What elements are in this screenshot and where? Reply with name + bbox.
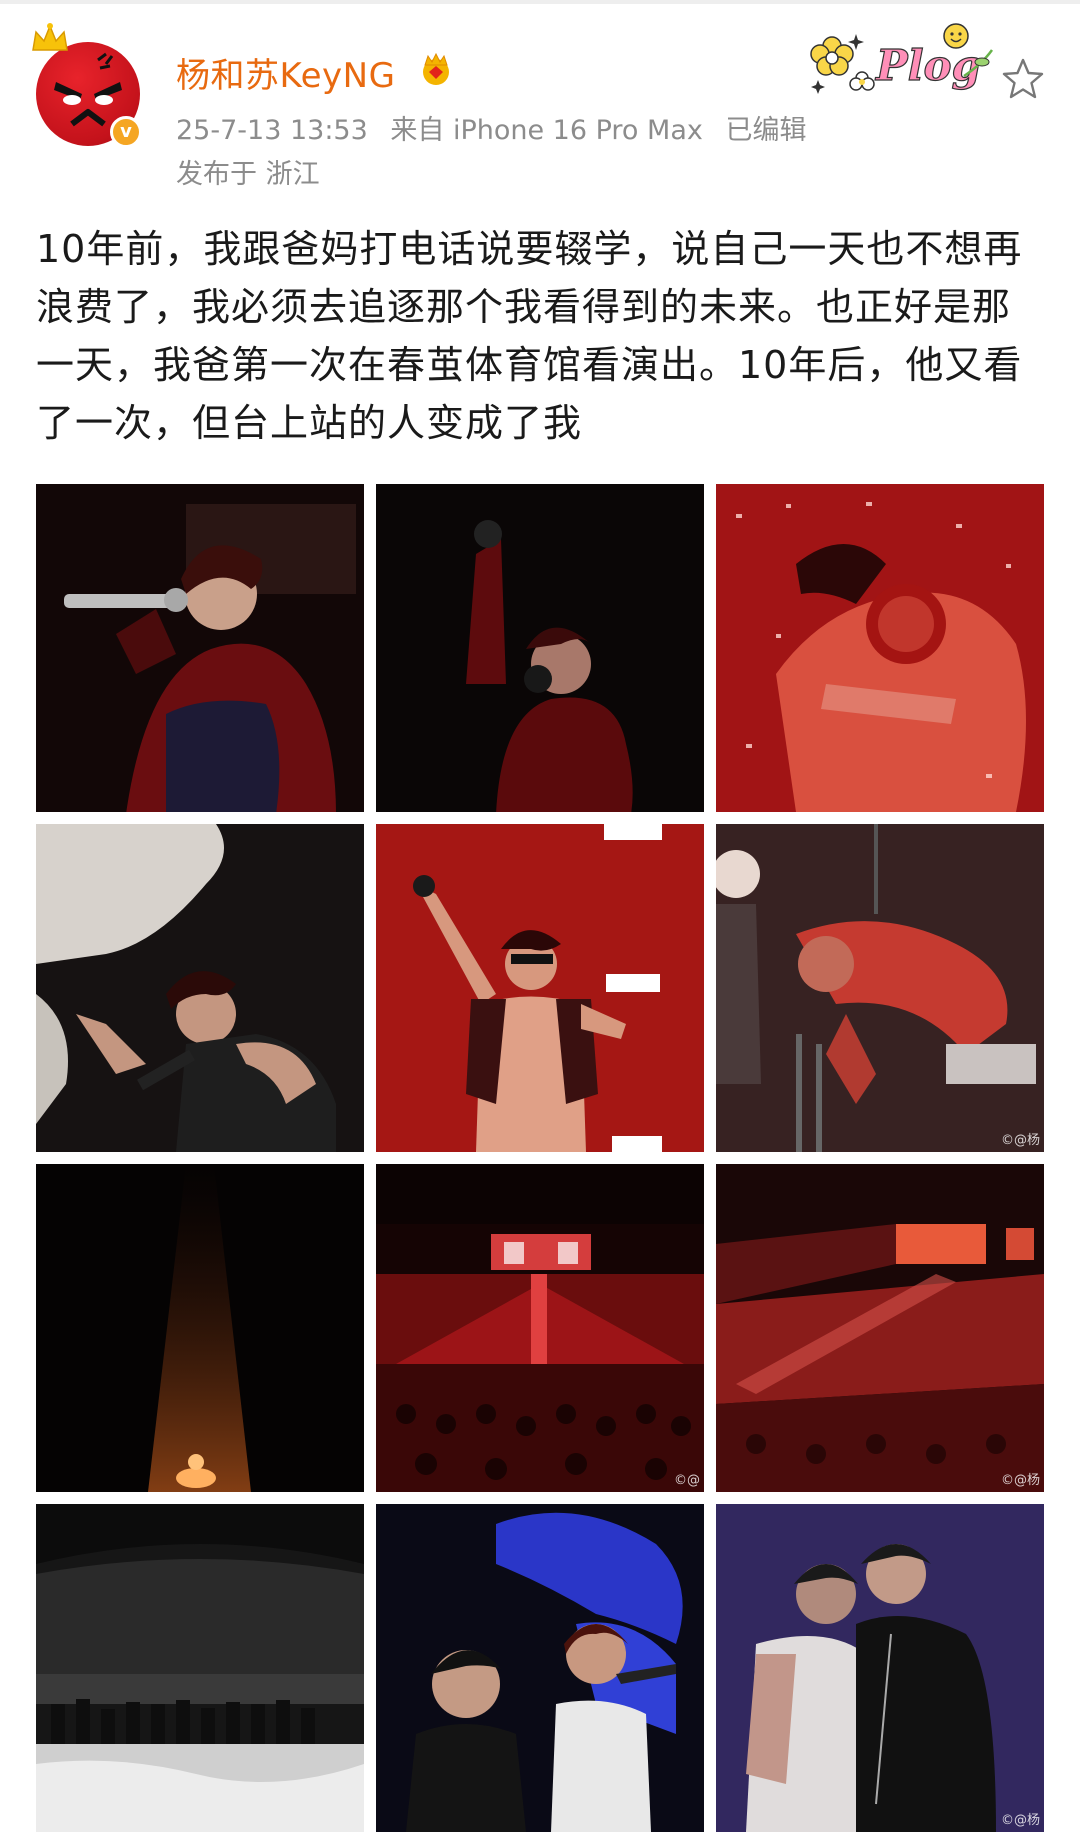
sparkle-icon (811, 80, 825, 94)
small-flower-icon (849, 71, 875, 91)
photo-watermark: ©@杨 (1000, 1133, 1040, 1148)
username[interactable]: 杨和苏KeyNG (176, 48, 395, 97)
edited-label[interactable]: 已编辑 (725, 115, 806, 146)
smiley-icon (943, 23, 969, 49)
verified-icon: v (110, 116, 142, 148)
photo-watermark: ©@杨 (1000, 1473, 1040, 1488)
post-text: 10年前，我跟爸妈打电话说要辍学，说自己一天也不想再浪费了，我必须去追逐那个我看… (36, 227, 1023, 445)
avatar-container[interactable]: v (30, 22, 150, 152)
photo-11[interactable] (376, 1504, 704, 1832)
flower-icon (810, 36, 854, 76)
star-icon[interactable] (1000, 56, 1046, 102)
photo-7[interactable] (36, 1164, 364, 1492)
photo-10[interactable] (36, 1504, 364, 1832)
post-source: 来自 iPhone 16 Pro Max (390, 115, 703, 146)
post-location: 发布于 浙江 (176, 159, 320, 190)
photo-12[interactable]: ©@杨 (716, 1504, 1044, 1832)
crown-icon (32, 23, 68, 51)
sticker-text: Plog (875, 41, 981, 90)
post-meta: 25-7-13 13:53 来自 iPhone 16 Pro Max 已编辑 (176, 108, 820, 147)
photo-1[interactable] (36, 484, 364, 812)
photo-2[interactable] (376, 484, 704, 812)
top-divider (0, 0, 1080, 4)
photo-watermark: ©@ (674, 1473, 700, 1488)
photo-9[interactable]: ©@杨 (716, 1164, 1044, 1492)
photo-5[interactable] (376, 824, 704, 1152)
photo-4[interactable] (36, 824, 364, 1152)
post-timestamp: 25-7-13 13:53 (176, 115, 368, 146)
vip-crown-icon[interactable] (418, 52, 454, 86)
photo-8[interactable]: ©@ (376, 1164, 704, 1492)
photo-6[interactable]: ©@杨 (716, 824, 1044, 1152)
photo-watermark: ©@杨 (1000, 1813, 1040, 1828)
photo-3[interactable] (716, 484, 1044, 812)
photo-grid: ©@杨 ©@ ©@杨 ©@杨 (36, 484, 1044, 1832)
plog-sticker: Plog (810, 23, 994, 94)
